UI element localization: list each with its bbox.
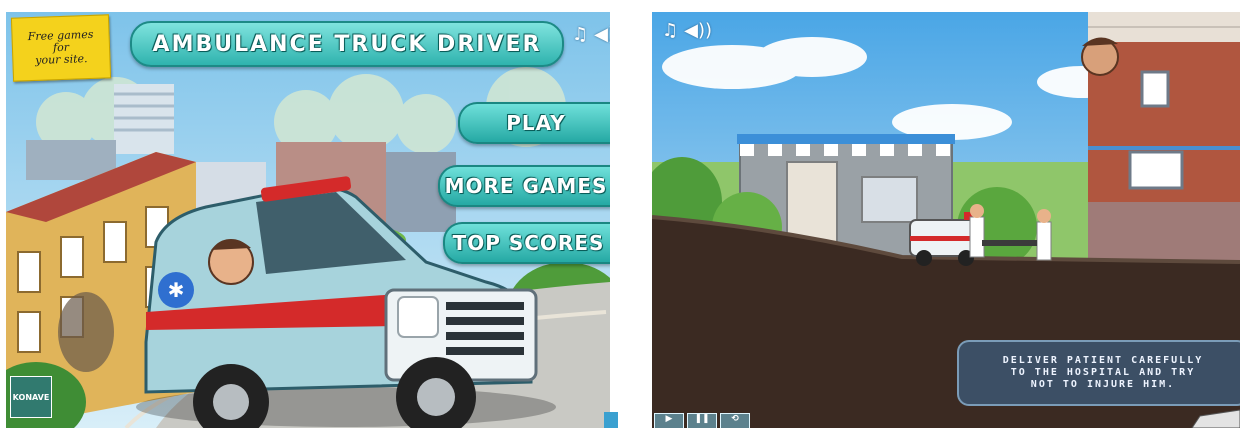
hud-control-bar: ▶ ❚❚ ⟲	[654, 413, 750, 428]
gameplay-screen: ♫ ◀)) DELIVER PATIENT CAREFULLY TO THE H…	[652, 12, 1240, 428]
play-icon[interactable]: ▶	[654, 413, 684, 428]
speaker-icon[interactable]: ◀)	[594, 24, 610, 45]
restart-icon[interactable]: ⟲	[720, 413, 750, 428]
instruction-tooltip: DELIVER PATIENT CAREFULLY TO THE HOSPITA…	[957, 340, 1240, 406]
pause-icon[interactable]: ❚❚	[687, 413, 717, 428]
corner-tab[interactable]	[604, 412, 618, 428]
menu-audio-controls: ♫ ◀)	[572, 24, 610, 45]
instruction-text: DELIVER PATIENT CAREFULLY TO THE HOSPITA…	[1002, 355, 1204, 390]
play-button[interactable]: PLAY	[458, 102, 610, 144]
play-button-label: PLAY	[506, 111, 566, 135]
publisher-logo[interactable]: KONAVE	[10, 376, 52, 418]
publisher-logo-text: KONAVE	[12, 392, 50, 402]
top-scores-button-label: TOP SCORES	[452, 231, 605, 255]
promo-line-3: your site.	[35, 52, 88, 67]
main-menu-screen: ✱ Free games for your site. AMBULANCE TR…	[6, 12, 610, 428]
game-audio-controls: ♫ ◀))	[662, 20, 712, 41]
game-title-banner: AMBULANCE TRUCK DRIVER	[130, 21, 564, 67]
music-note-icon[interactable]: ♫	[572, 24, 588, 45]
more-games-button-label: MORE GAMES	[444, 174, 608, 198]
more-games-button[interactable]: MORE GAMES	[438, 165, 610, 207]
svg-text:✱: ✱	[168, 278, 185, 302]
game-title: AMBULANCE TRUCK DRIVER	[152, 31, 542, 57]
free-games-badge[interactable]: Free games for your site.	[10, 14, 112, 82]
top-scores-button[interactable]: TOP SCORES	[443, 222, 610, 264]
speaker-icon[interactable]: ◀))	[684, 20, 712, 41]
music-note-icon[interactable]: ♫	[662, 20, 678, 41]
